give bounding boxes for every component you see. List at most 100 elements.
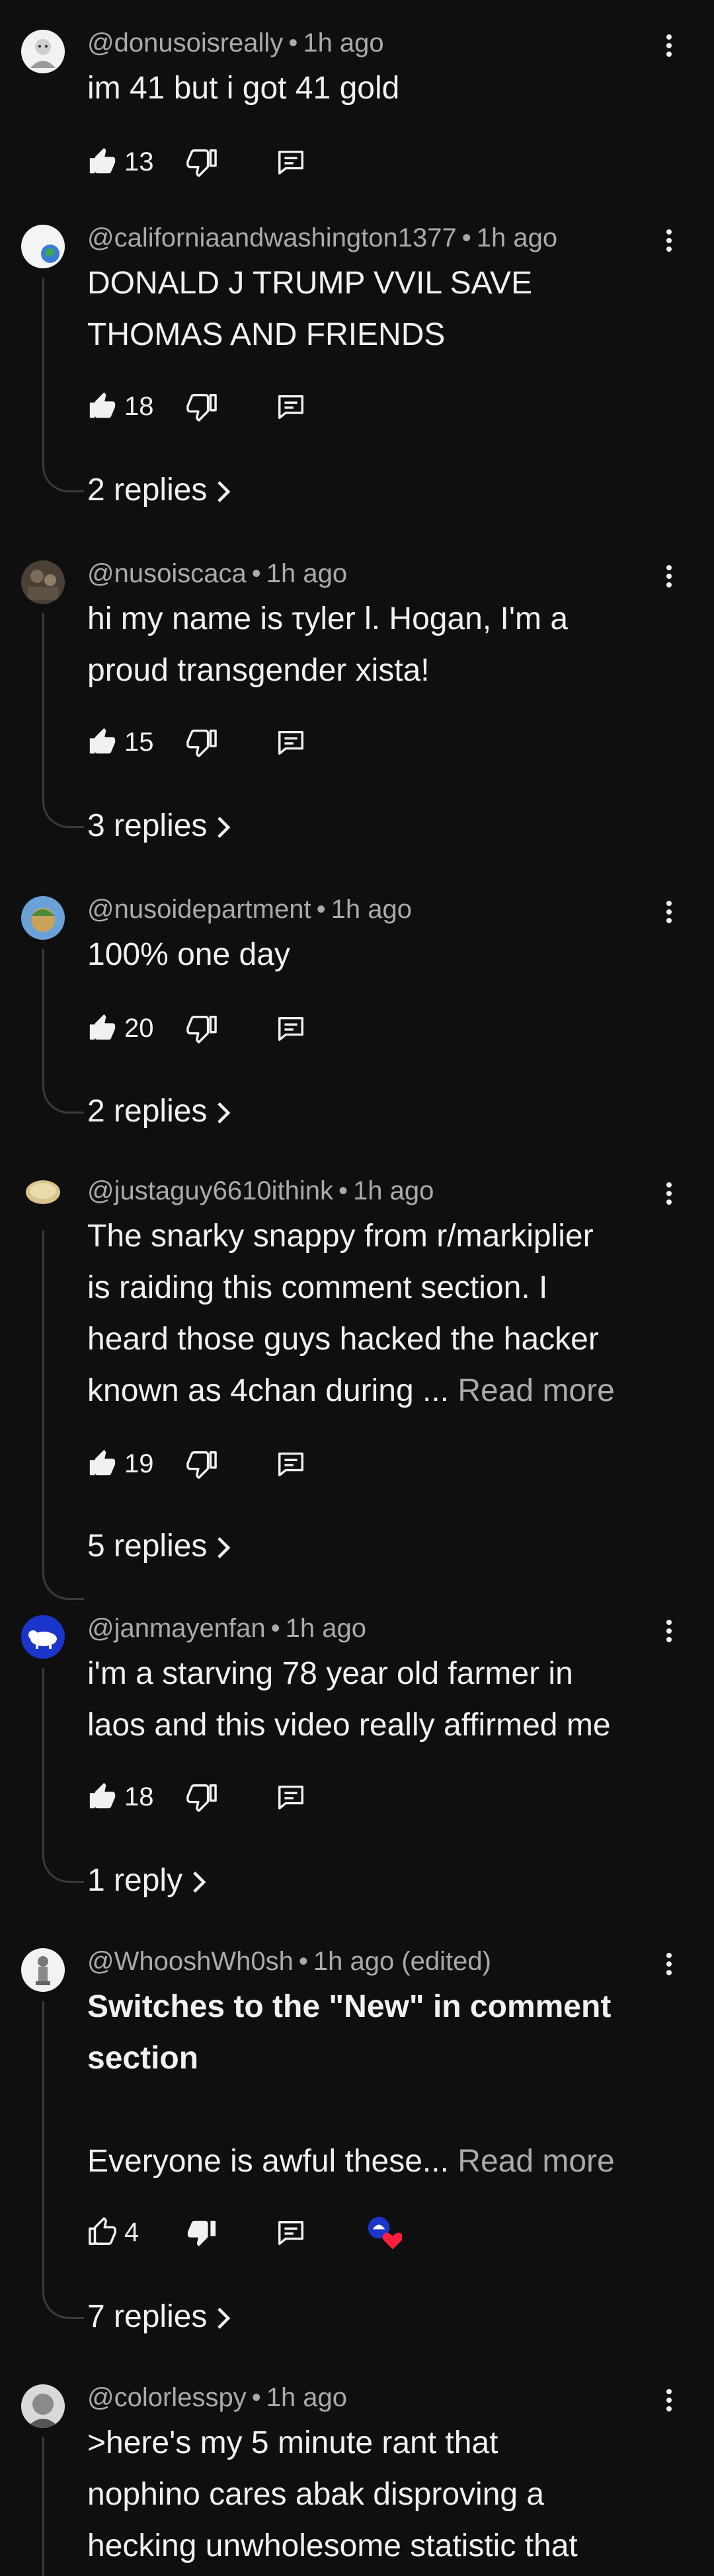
comment-text: >here's my 5 minute rant that nophino ca… [87,2417,669,2572]
thumbs-up-icon [89,392,116,418]
author-handle[interactable]: @nusoiscaca [87,559,247,588]
avatar[interactable] [21,30,65,73]
avatar[interactable] [21,896,65,940]
comment-text-line: Everyone is awful these... Read more [87,2136,669,2187]
like-button[interactable]: 13 [87,142,154,182]
avatar[interactable] [21,560,65,604]
comment-text-line: hecking unwholesome statistic that [87,2528,578,2563]
reply-button[interactable] [276,1444,306,1484]
replies-count: 5 replies [87,1529,208,1564]
reply-thread-connector [42,2437,84,2576]
like-button[interactable]: 15 [87,722,154,762]
meta-separator: • [270,1614,280,1643]
read-more-link[interactable]: Read more [457,1373,614,1408]
like-count: 15 [124,727,154,757]
comment-text: The snarky snappy from r/markiplier is r… [87,1211,669,1417]
replies-count: 7 replies [87,2299,208,2334]
comment-time: 1h ago [266,2383,348,2412]
author-handle[interactable]: @donusoisreally [87,28,283,57]
comment-meta: @janmayenfan • 1h ago [87,1615,366,1642]
avatar[interactable] [21,1948,65,1992]
avatar[interactable] [21,1178,65,1221]
author-handle[interactable]: @colorlesspy [87,2383,247,2412]
avatar[interactable] [21,1615,65,1659]
view-replies-button[interactable]: 7 replies [87,2297,233,2337]
thumbs-down-icon [186,1016,217,1043]
view-replies-button[interactable]: 3 replies [87,806,233,846]
reply-button[interactable] [276,722,306,762]
more-vertical-icon [666,565,672,587]
author-handle[interactable]: @californiaandwashington1377 [87,223,457,252]
reply-button[interactable] [276,142,306,182]
view-replies-button[interactable]: 2 replies [87,1092,233,1131]
comment-text: im 41 but i got 41 gold [87,63,669,114]
meta-separator: • [298,1947,308,1976]
comment-reply-icon [278,1452,303,1476]
like-button[interactable]: 18 [87,387,154,426]
comment-reply-icon [278,1785,303,1809]
author-handle[interactable]: @justaguy6610ithink [87,1176,333,1205]
more-options-button[interactable] [654,2386,684,2415]
more-options-button[interactable] [654,1950,684,1979]
chevron-right-icon [193,1872,206,1893]
reply-thread-connector [42,1668,84,1883]
more-vertical-icon [666,34,672,57]
avatar[interactable] [21,225,65,268]
thumbs-down-icon [186,730,217,757]
meta-separator: • [288,28,298,57]
reply-button[interactable] [276,2213,306,2252]
read-more-link[interactable]: Read more [457,2144,614,2179]
comment-text-line: 100% one day [87,937,290,972]
comment-text-line: known as 4chan during ... Read more [87,1365,669,1417]
view-replies-button[interactable]: 2 replies [87,471,233,510]
comment-text-line: section [87,2041,199,2076]
more-options-button[interactable] [654,897,684,927]
dislike-button[interactable] [186,1444,217,1484]
like-button[interactable]: 4 [87,2213,139,2252]
dislike-button[interactable] [186,387,217,426]
more-vertical-icon [666,1182,672,1205]
reply-button[interactable] [276,1777,306,1817]
thumbs-down-icon [186,1784,217,1812]
reply-button[interactable] [276,387,306,426]
dislike-button[interactable] [186,1008,217,1048]
author-handle[interactable]: @WhooshWh0sh [87,1947,294,1976]
view-replies-button[interactable]: 5 replies [87,1527,233,1566]
more-options-button[interactable] [654,562,684,591]
more-options-button[interactable] [654,1616,684,1646]
more-vertical-icon [666,901,672,923]
reply-button[interactable] [276,1008,306,1048]
comment-text: Switches to the "New" in comment section… [87,1981,669,2187]
dislike-button[interactable] [186,2213,217,2252]
more-options-button[interactable] [654,31,684,60]
like-count: 19 [124,1449,154,1478]
comment-text: DONALD J TRUMP VVIL SAVE THOMAS AND FRIE… [87,258,669,361]
like-count: 20 [124,1013,154,1043]
comment-text: 100% one day [87,929,669,981]
comment-reply-icon [278,2220,303,2245]
thumbs-up-icon [89,728,116,754]
creator-heart-badge [365,2213,402,2252]
like-button[interactable]: 19 [87,1444,154,1484]
comment-text: i'm a starving 78 year old farmer in lao… [87,1648,669,1751]
comment-meta: @justaguy6610ithink • 1h ago [87,1178,434,1204]
comment-meta: @colorlesspy • 1h ago [87,2384,347,2411]
thumbs-down-icon [187,2220,216,2247]
author-handle[interactable]: @janmayenfan [87,1614,266,1643]
comment-text: hi my name is τyler l. Hogan, I'm a prou… [87,593,669,697]
dislike-button[interactable] [186,722,217,762]
author-handle[interactable]: @nusoidepartment [87,895,311,924]
like-button[interactable]: 18 [87,1777,154,1817]
more-options-button[interactable] [654,1179,684,1208]
dislike-button[interactable] [186,142,217,182]
view-replies-button[interactable]: 1 reply [87,1861,209,1901]
dislike-button[interactable] [186,1777,217,1817]
like-button[interactable]: 20 [87,1008,154,1048]
comment-text-line [87,2084,669,2136]
comment-meta: @nusoiscaca • 1h ago [87,560,347,587]
meta-separator: • [316,895,326,924]
avatar[interactable] [21,2384,65,2428]
comment-text-line: >here's my 5 minute rant that [87,2425,498,2460]
comment-text-line: The snarky snappy from r/markiplier [87,1219,594,1254]
more-options-button[interactable] [654,226,684,255]
